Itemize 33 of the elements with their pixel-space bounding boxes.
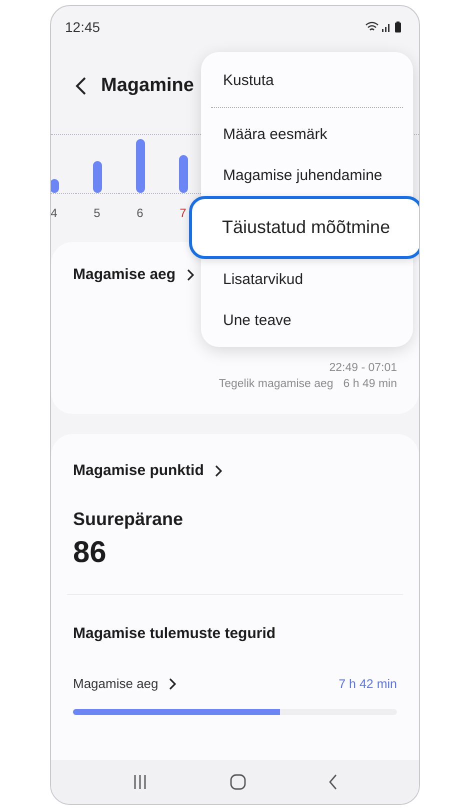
menu-item[interactable]: Kustuta [201, 60, 413, 101]
time-range: 22:49 - 07:01 [329, 362, 397, 374]
day-label: 4 [51, 206, 58, 220]
day-label: 7 [180, 206, 186, 220]
back-icon[interactable] [75, 76, 87, 96]
section-title: Magamise tulemuste tegurid [73, 625, 277, 642]
chevron-icon[interactable] [168, 678, 176, 690]
factor-label[interactable]: Magamise aeg [73, 676, 158, 691]
chart-bar [51, 179, 58, 193]
factor-value: 7 h 42 min [338, 676, 397, 690]
chart-bar [136, 139, 144, 193]
chevron-icon[interactable] [214, 464, 222, 476]
day-label: 5 [94, 206, 100, 220]
actual-value: 6 h 49 min [343, 378, 397, 390]
score-rating: Suurepärane [73, 509, 184, 530]
chart-bar [92, 161, 102, 193]
card-title[interactable]: Magamise punktid [73, 462, 204, 479]
menu-item[interactable]: Une teave [201, 300, 413, 341]
home-icon[interactable] [230, 774, 246, 790]
menu-item[interactable]: Määra eesmärk [201, 114, 413, 155]
day-label: 6 [136, 206, 144, 220]
menu-item[interactable]: Lisatarvikud [201, 259, 413, 300]
page-title: Magamine [101, 75, 194, 97]
menu-item[interactable]: Magamise juhendamine [201, 155, 413, 196]
status-time: 12:45 [65, 19, 100, 35]
card-title[interactable]: Magamise aeg [73, 266, 176, 283]
score-value: 86 [73, 536, 108, 570]
recent-apps-icon[interactable] [132, 774, 148, 790]
chart-bar [178, 155, 188, 193]
chevron-icon[interactable] [186, 268, 194, 280]
actual-label: Tegelik magamise aeg [218, 378, 334, 390]
menu-item[interactable]: Täiustatud mõõtmine [189, 196, 419, 259]
back-icon[interactable] [328, 774, 338, 790]
